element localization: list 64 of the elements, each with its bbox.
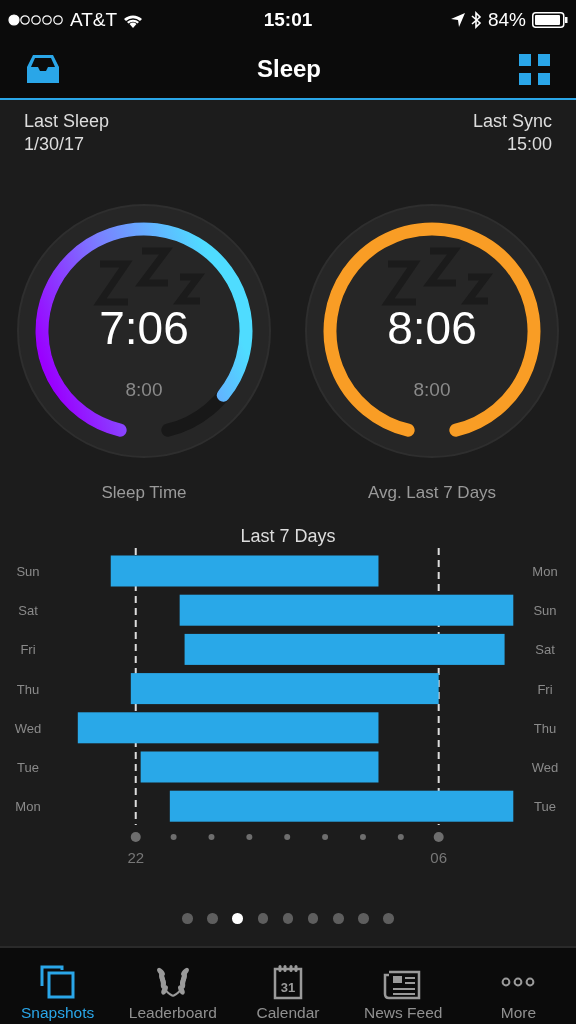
last-sleep-label: Last Sleep	[24, 110, 110, 133]
gauge-goal: 8:00	[413, 379, 451, 401]
carrier-name: AT&T	[70, 9, 118, 31]
hour-dot	[433, 832, 444, 842]
gauge-value: 7:06	[99, 302, 189, 354]
day-label: Tue	[534, 799, 556, 815]
page-dot[interactable]	[333, 913, 344, 924]
hour-dot	[246, 834, 253, 840]
battery-icon	[532, 12, 568, 28]
page-dot[interactable]	[207, 913, 218, 924]
gauge-goal: 8:00	[125, 379, 163, 401]
clock-time: 15:01	[263, 9, 313, 30]
day-label: Sun	[16, 564, 40, 579]
axis-tick-label: 06	[430, 849, 448, 866]
page-dot[interactable]	[307, 913, 319, 924]
hour-dot	[130, 832, 141, 842]
page-dot[interactable]	[232, 913, 243, 924]
page-dot[interactable]	[181, 913, 193, 924]
hour-dot	[359, 834, 366, 840]
day-label: Thu	[16, 681, 40, 697]
tab-bar-item[interactable]: 31 Calendar	[230, 948, 346, 1024]
hour-dot	[322, 834, 329, 840]
day-label: Sat	[535, 642, 555, 658]
last-sync-time: 15:00	[506, 133, 552, 156]
day-label: Thu	[533, 720, 557, 736]
bluetooth-icon	[470, 11, 482, 29]
screen-title: Sleep	[257, 55, 321, 83]
page-dot[interactable]	[358, 913, 369, 924]
day-label: Mon	[532, 564, 558, 579]
day-label: Sun	[533, 603, 557, 619]
chart-title: Last 7 Days	[240, 525, 336, 547]
signal-icon	[8, 14, 64, 26]
day-label: Sat	[18, 603, 38, 619]
last-sleep-date: 1/30/17	[24, 133, 86, 156]
tab-bar-item[interactable]: Snapshots	[0, 948, 116, 1024]
hour-dot	[208, 834, 215, 840]
page-dot[interactable]	[282, 913, 294, 924]
day-label: Mon	[15, 799, 41, 815]
more-icon	[501, 977, 536, 987]
gauge-value: 8:06	[387, 302, 477, 354]
tab-bar-item[interactable]: Leaderboard	[115, 948, 231, 1024]
page-dot[interactable]	[257, 913, 269, 924]
tab-bar-item[interactable]: More	[460, 948, 576, 1024]
day-label: Fri	[537, 681, 553, 697]
day-label: Fri	[20, 642, 36, 658]
axis-tick-label: 22	[127, 849, 145, 866]
grid-button[interactable]	[519, 53, 550, 85]
tab-bar-item[interactable]: News Feed	[345, 948, 461, 1024]
day-label: Wed	[531, 760, 559, 775]
wifi-icon	[123, 12, 144, 28]
gauge-label: Sleep Time	[101, 483, 187, 503]
day-label: Wed	[14, 720, 42, 736]
gauge-label: Avg. Last 7 Days	[367, 483, 497, 503]
battery-percent: 84%	[487, 9, 526, 31]
hour-dot	[284, 834, 291, 840]
last-sync-label: Last Sync	[472, 110, 552, 133]
sleep-icon	[93, 247, 205, 306]
hour-dot	[397, 834, 404, 840]
hour-dot	[170, 834, 177, 840]
location-arrow-icon	[450, 13, 465, 27]
page-dot[interactable]	[383, 913, 395, 924]
inbox-button[interactable]	[27, 54, 59, 84]
sleep-icon	[381, 247, 493, 306]
day-label: Tue	[17, 760, 39, 775]
